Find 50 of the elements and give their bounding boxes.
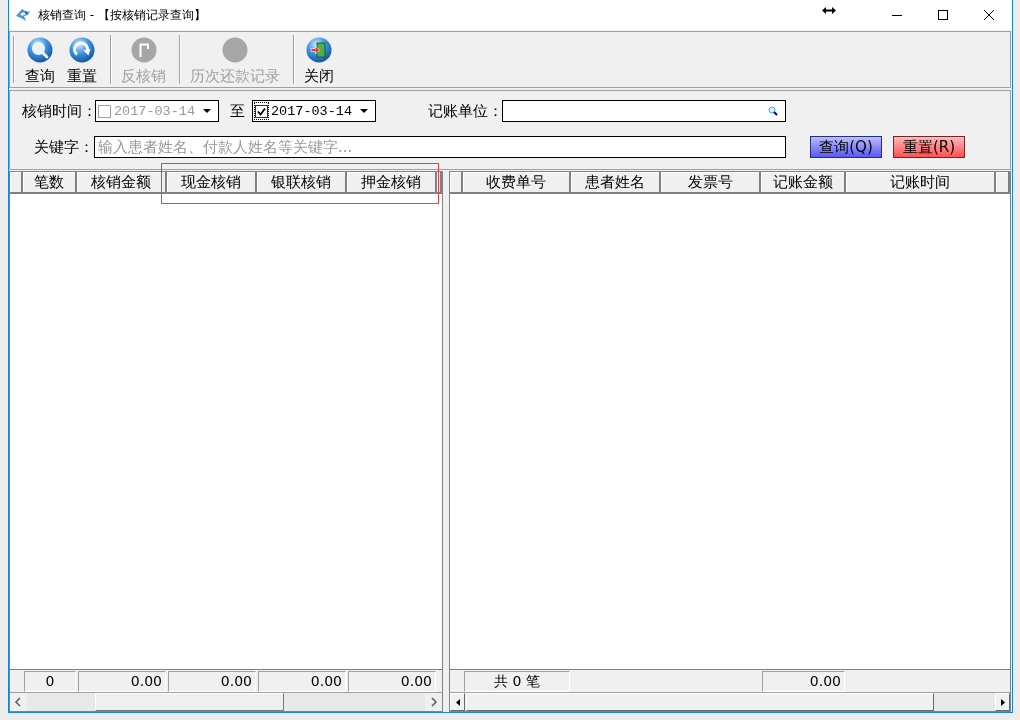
account-unit-label: 记账单位： — [428, 101, 502, 121]
minimize-icon — [892, 14, 902, 16]
resize-cursor-icon — [822, 7, 836, 14]
column-header: 记账时间 — [846, 172, 996, 194]
window-icon — [15, 7, 31, 23]
door-icon — [306, 37, 332, 63]
column-header: 核销金额 — [77, 172, 167, 194]
scrollbar-thumb[interactable] — [95, 693, 284, 711]
disc-icon — [222, 37, 248, 63]
scroll-right-button[interactable] — [995, 693, 1010, 711]
column-header: 笔数 — [23, 172, 77, 194]
dropdown-arrow-icon[interactable] — [203, 109, 211, 113]
total-cell: 0 — [24, 670, 76, 692]
magnifier-icon — [27, 37, 53, 63]
total-cell: 共 0 笔 — [464, 670, 570, 692]
column-header: 押金核销 — [347, 172, 437, 194]
column-header: 收费单号 — [463, 172, 571, 194]
scrollbar-thumb[interactable] — [466, 693, 934, 711]
column-header: 银联核销 — [257, 172, 347, 194]
query-button[interactable]: 查询(Q) — [810, 136, 882, 158]
account-unit-field[interactable] — [502, 100, 786, 122]
close-icon — [984, 10, 994, 20]
column-header: 患者姓名 — [571, 172, 661, 194]
reset-button[interactable]: 重置 — [63, 32, 101, 87]
keyword-label: 关键字： — [33, 137, 94, 157]
column-header: 记账金额 — [761, 172, 846, 194]
range-separator-label: 至 — [230, 101, 245, 121]
date-label: 核销时间： — [22, 101, 95, 121]
triangle-left-icon — [455, 698, 460, 706]
triangle-right-icon — [1000, 698, 1005, 706]
scroll-left-button[interactable] — [450, 693, 465, 711]
search-icon[interactable] — [768, 106, 778, 116]
date-picker[interactable]: 2017-03-14 — [252, 100, 376, 122]
total-cell: 0.00 — [78, 670, 166, 692]
column-header: 现金核销 — [167, 172, 257, 194]
total-cell: 0.00 — [258, 670, 346, 692]
query-button[interactable]: 查询 — [21, 32, 59, 87]
total-cell: 0.00 — [168, 670, 256, 692]
close-window-button[interactable]: 关闭 — [300, 32, 338, 87]
keyword-field[interactable]: 输入患者姓名、付款人姓名等关键字... — [94, 136, 786, 158]
total-cell: 0.00 — [348, 670, 436, 692]
window-title: 核销查询 - 【按核销记录查询】 — [38, 6, 206, 24]
checkbox[interactable] — [97, 102, 112, 120]
total-cell: 0.00 — [762, 670, 845, 692]
checkbox[interactable] — [254, 102, 269, 120]
dropdown-arrow-icon[interactable] — [360, 109, 368, 113]
maximize-icon — [938, 10, 948, 20]
column-header: 发票号 — [661, 172, 761, 194]
bracket-icon — [130, 37, 157, 63]
reset-button[interactable]: 重置(R) — [893, 136, 965, 158]
